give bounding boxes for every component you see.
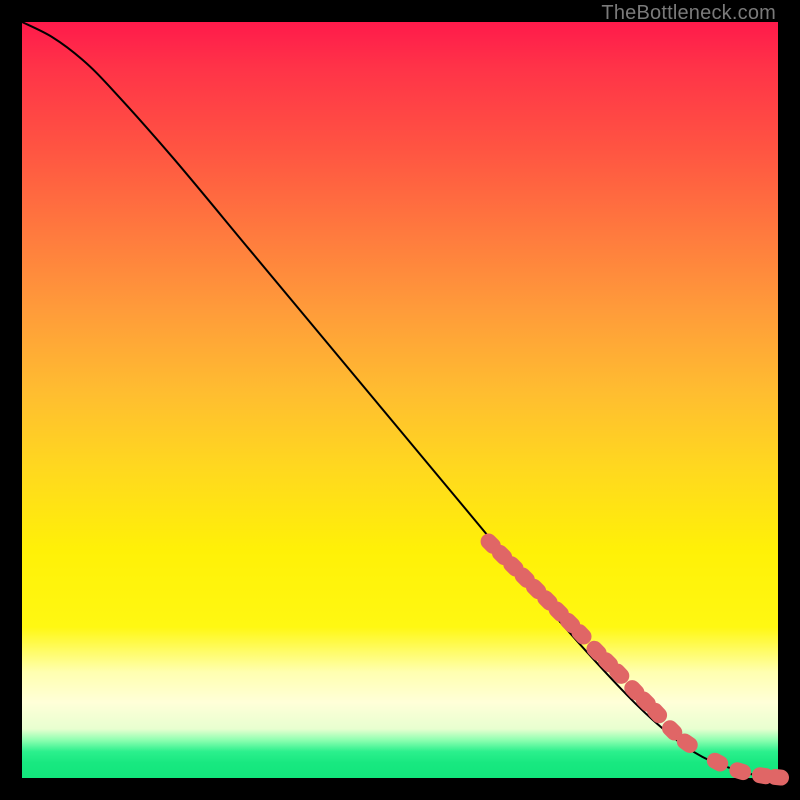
watermark-text: TheBottleneck.com — [601, 2, 776, 25]
plot-area — [22, 22, 778, 778]
highlighted-markers — [477, 530, 789, 786]
data-marker — [766, 768, 789, 786]
curve-path — [22, 22, 778, 777]
data-marker — [704, 750, 731, 774]
chart-overlay — [22, 22, 778, 778]
chart-frame: TheBottleneck.com — [0, 0, 800, 800]
curve-line — [22, 22, 778, 777]
data-marker — [727, 760, 753, 782]
